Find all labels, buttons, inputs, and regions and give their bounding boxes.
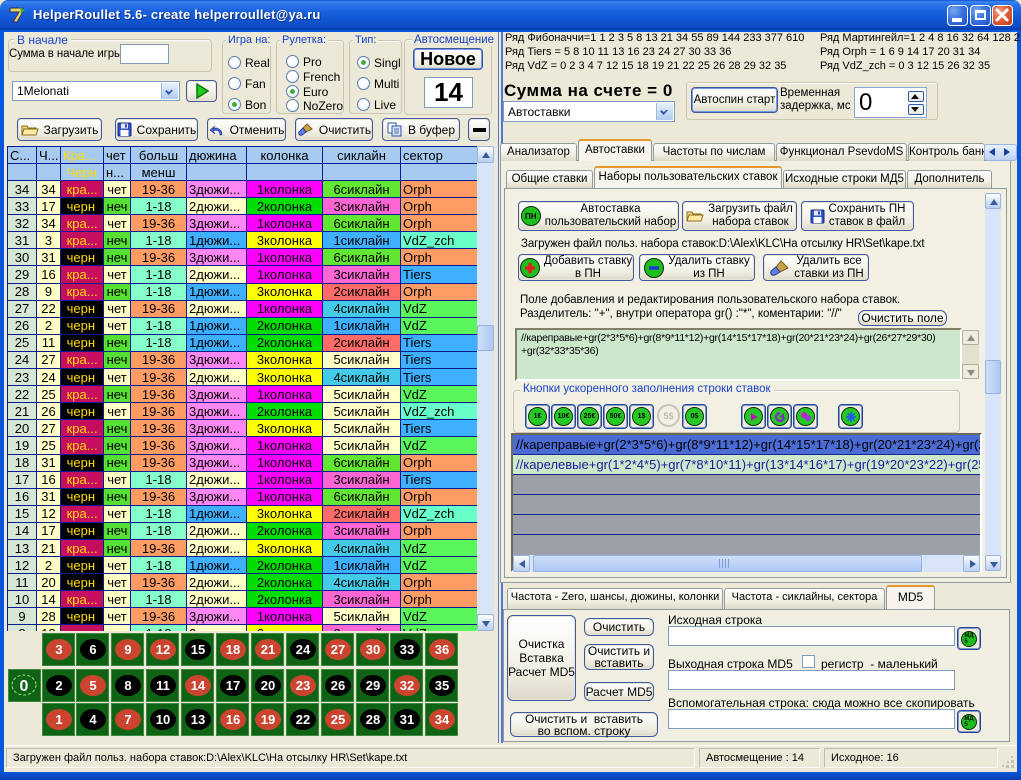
svg-text:0: 0: [20, 678, 29, 695]
